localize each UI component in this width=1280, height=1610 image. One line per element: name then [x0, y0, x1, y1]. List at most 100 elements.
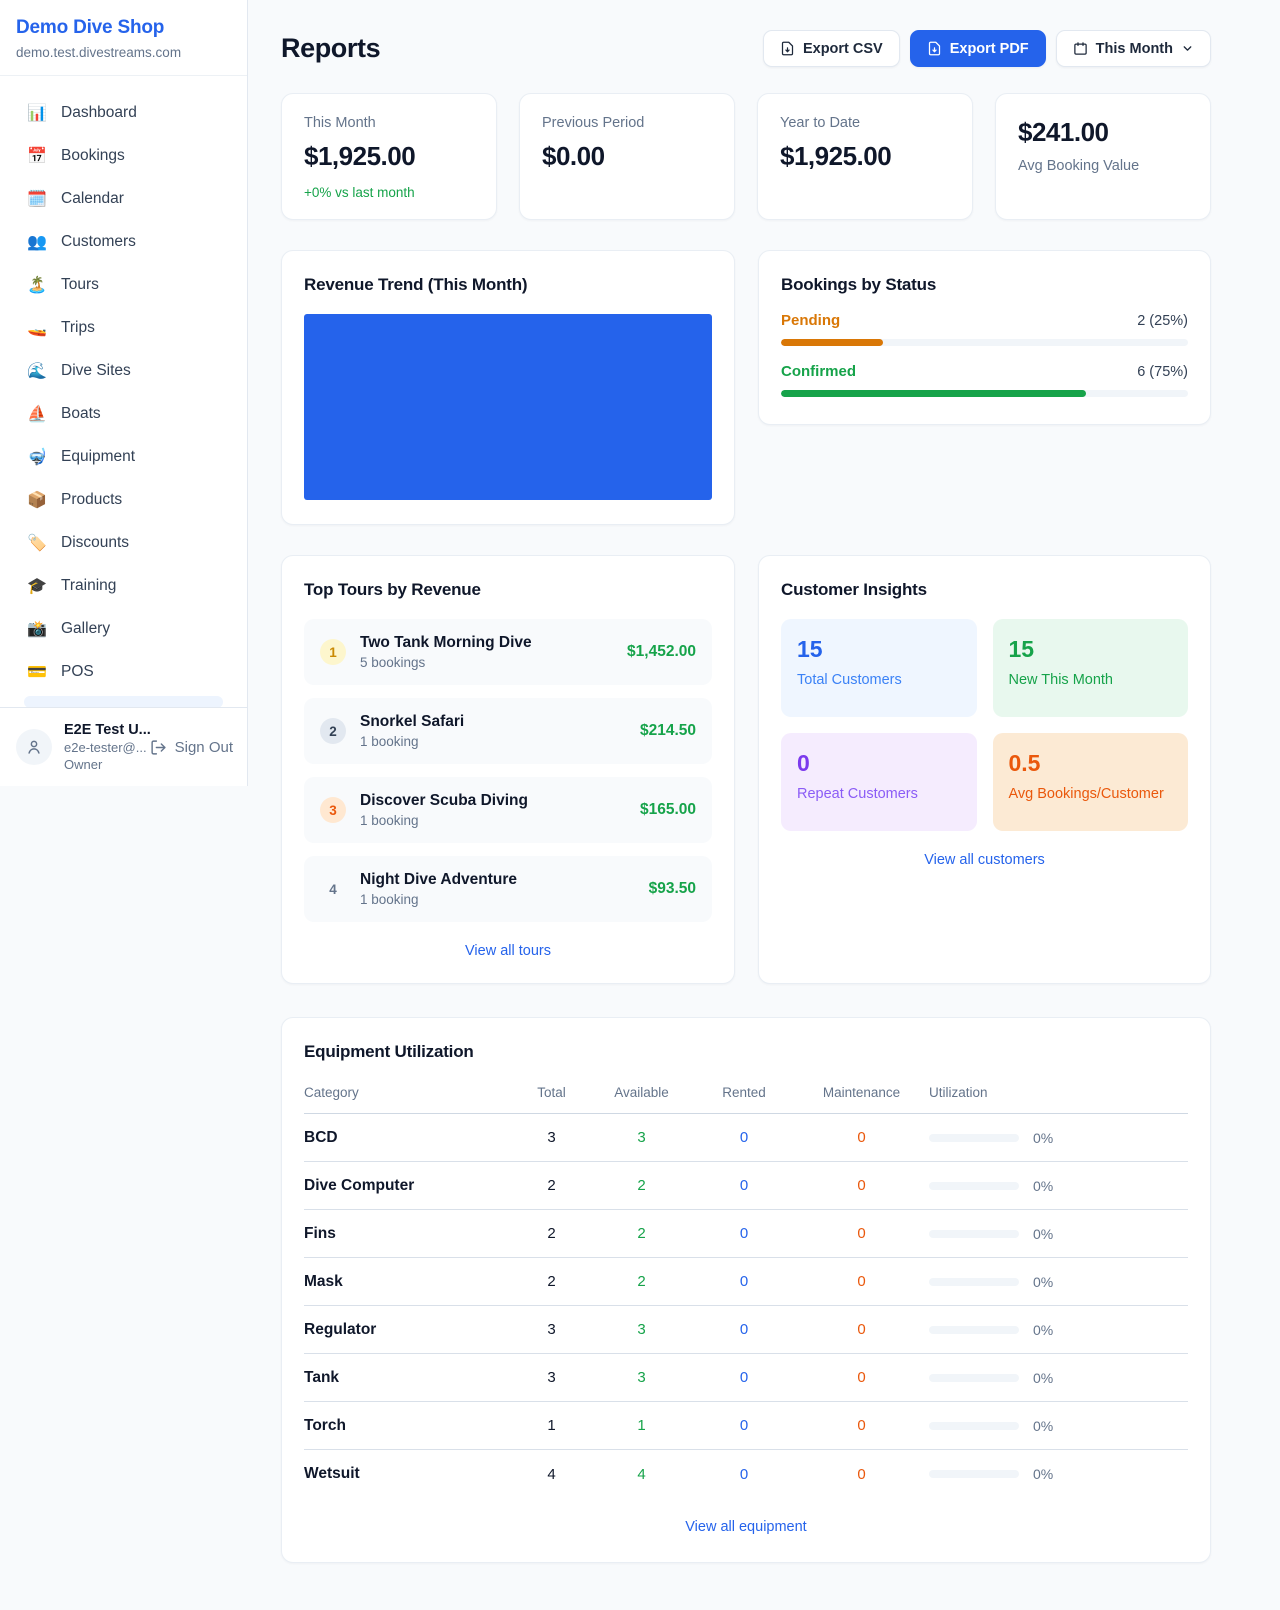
- cell-maintenance: 0: [794, 1369, 929, 1386]
- tour-bookings: 1 booking: [360, 734, 626, 749]
- cell-category: Tank: [304, 1369, 514, 1387]
- tour-name: Two Tank Morning Dive: [360, 634, 613, 652]
- tag-icon: 🏷️: [26, 533, 48, 553]
- export-csv-button[interactable]: Export CSV: [763, 30, 900, 67]
- sign-out-button[interactable]: Sign Out: [150, 739, 233, 756]
- cell-rented: 0: [694, 1369, 794, 1386]
- tour-name: Discover Scuba Diving: [360, 792, 626, 810]
- cell-rented: 0: [694, 1177, 794, 1194]
- bookings-by-status-title: Bookings by Status: [781, 275, 1188, 295]
- table-row: Mask 2 2 0 0 0%: [304, 1258, 1188, 1306]
- cell-category: Wetsuit: [304, 1465, 514, 1483]
- equipment-utilization-title: Equipment Utilization: [304, 1042, 1188, 1062]
- sidebar-item-label: Boats: [61, 405, 101, 423]
- tour-bookings: 1 booking: [360, 892, 635, 907]
- cell-available: 2: [589, 1273, 694, 1290]
- view-all-equipment-link[interactable]: View all equipment: [304, 1519, 1188, 1535]
- cell-maintenance: 0: [794, 1321, 929, 1338]
- stat-value: $241.00: [1018, 117, 1188, 148]
- period-label: This Month: [1096, 41, 1173, 57]
- package-icon: 📦: [26, 490, 48, 510]
- stats-row: This Month $1,925.00 +0% vs last month P…: [281, 93, 1211, 220]
- table-header: Category Total Available Rented Maintena…: [304, 1077, 1188, 1114]
- sign-out-icon: [150, 739, 167, 756]
- sidebar-item-dashboard[interactable]: 📊 Dashboard: [12, 94, 235, 132]
- user-info: E2E Test U... e2e-tester@... Owner: [64, 722, 138, 772]
- sidebar-item-label: Trips: [61, 319, 95, 337]
- customer-insights-title: Customer Insights: [781, 580, 1188, 600]
- status-label: Pending: [781, 312, 840, 329]
- sidebar-item-discounts[interactable]: 🏷️ Discounts: [12, 524, 235, 562]
- tour-amount: $214.50: [640, 722, 696, 740]
- period-dropdown[interactable]: This Month: [1056, 30, 1211, 67]
- sidebar-item-customers[interactable]: 👥 Customers: [12, 223, 235, 261]
- utilization-percent: 0%: [1033, 1466, 1053, 1482]
- cell-category: BCD: [304, 1129, 514, 1147]
- cell-available: 3: [589, 1321, 694, 1338]
- cell-maintenance: 0: [794, 1129, 929, 1146]
- sidebar-item-pos[interactable]: 💳 POS: [12, 653, 235, 691]
- sidebar-item-label: Calendar: [61, 190, 124, 208]
- view-all-tours-link[interactable]: View all tours: [304, 943, 712, 959]
- sidebar-item-calendar[interactable]: 🗓️ Calendar: [12, 180, 235, 218]
- table-row: Dive Computer 2 2 0 0 0%: [304, 1162, 1188, 1210]
- sidebar-item-label: Dive Sites: [61, 362, 131, 380]
- table-row: Regulator 3 3 0 0 0%: [304, 1306, 1188, 1354]
- sidebar-item-training[interactable]: 🎓 Training: [12, 567, 235, 605]
- equipment-utilization-card: Equipment Utilization Category Total Ava…: [281, 1017, 1211, 1563]
- user-email: e2e-tester@...: [64, 740, 138, 755]
- status-row-pending: Pending 2 (25%): [781, 312, 1188, 346]
- shop-name: Demo Dive Shop: [16, 17, 231, 39]
- avatar: [16, 729, 52, 765]
- cell-total: 2: [514, 1273, 589, 1290]
- cell-total: 2: [514, 1225, 589, 1242]
- cell-total: 3: [514, 1129, 589, 1146]
- stat-card-previous-period: Previous Period $0.00: [519, 93, 735, 220]
- sidebar-item-label: Bookings: [61, 147, 125, 165]
- utilization-percent: 0%: [1033, 1226, 1053, 1242]
- sidebar-item-boats[interactable]: ⛵ Boats: [12, 395, 235, 433]
- insights-row: Top Tours by Revenue 1 Two Tank Morning …: [281, 555, 1211, 984]
- sidebar-item-label: Products: [61, 491, 122, 509]
- utilization-percent: 0%: [1033, 1322, 1053, 1338]
- tile-repeat-customers: 0 Repeat Customers: [781, 733, 977, 831]
- sidebar-item-trips[interactable]: 🚤 Trips: [12, 309, 235, 347]
- utilization-percent: 0%: [1033, 1274, 1053, 1290]
- top-tours-card: Top Tours by Revenue 1 Two Tank Morning …: [281, 555, 735, 984]
- sidebar-item-label: Discounts: [61, 534, 129, 552]
- sidebar-item-equipment[interactable]: 🤿 Equipment: [12, 438, 235, 476]
- cell-category: Fins: [304, 1225, 514, 1243]
- tour-name: Night Dive Adventure: [360, 871, 635, 889]
- sidebar-item-label: Equipment: [61, 448, 135, 466]
- chevron-down-icon: [1181, 42, 1194, 55]
- sidebar-item-dive-sites[interactable]: 🌊 Dive Sites: [12, 352, 235, 390]
- cell-rented: 0: [694, 1225, 794, 1242]
- export-pdf-button[interactable]: Export PDF: [910, 30, 1046, 67]
- cell-total: 3: [514, 1369, 589, 1386]
- rank-badge: 1: [320, 639, 346, 665]
- cell-available: 2: [589, 1177, 694, 1194]
- status-row-confirmed: Confirmed 6 (75%): [781, 363, 1188, 397]
- revenue-trend-title: Revenue Trend (This Month): [304, 275, 712, 295]
- cell-category: Mask: [304, 1273, 514, 1291]
- sidebar-item-products[interactable]: 📦 Products: [12, 481, 235, 519]
- sidebar-item-gallery[interactable]: 📸 Gallery: [12, 610, 235, 648]
- cell-maintenance: 0: [794, 1273, 929, 1290]
- cell-maintenance: 0: [794, 1417, 929, 1434]
- view-all-customers-link[interactable]: View all customers: [781, 852, 1188, 868]
- sidebar-item-bookings[interactable]: 📅 Bookings: [12, 137, 235, 175]
- bookings-by-status-card: Bookings by Status Pending 2 (25%) Confi…: [758, 250, 1211, 425]
- tile-label: New This Month: [1009, 672, 1173, 688]
- cell-maintenance: 0: [794, 1225, 929, 1242]
- stat-card-year-to-date: Year to Date $1,925.00: [757, 93, 973, 220]
- credit-card-icon: 💳: [26, 662, 48, 682]
- tour-bookings: 5 bookings: [360, 655, 613, 670]
- stat-label: Year to Date: [780, 115, 950, 131]
- sidebar-item-tours[interactable]: 🏝️ Tours: [12, 266, 235, 304]
- tours-island-icon: 🏝️: [26, 275, 48, 295]
- revenue-trend-card: Revenue Trend (This Month): [281, 250, 735, 525]
- customer-insights-card: Customer Insights 15 Total Customers 15 …: [758, 555, 1211, 984]
- progress-fill: [781, 339, 883, 346]
- tour-row: 4 Night Dive Adventure 1 booking $93.50: [304, 856, 712, 922]
- utilization-bar: [929, 1134, 1019, 1142]
